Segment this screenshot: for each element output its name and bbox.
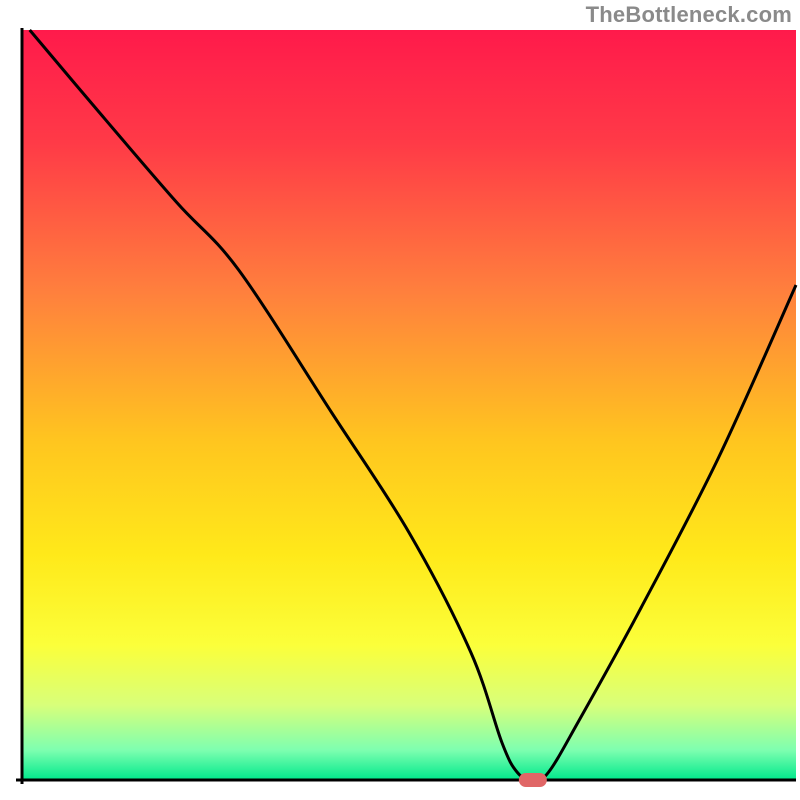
optimum-marker xyxy=(519,773,547,787)
chart-container: TheBottleneck.com xyxy=(0,0,800,800)
bottleneck-chart xyxy=(0,0,800,800)
watermark-text: TheBottleneck.com xyxy=(586,2,792,28)
plot-background xyxy=(22,30,796,780)
